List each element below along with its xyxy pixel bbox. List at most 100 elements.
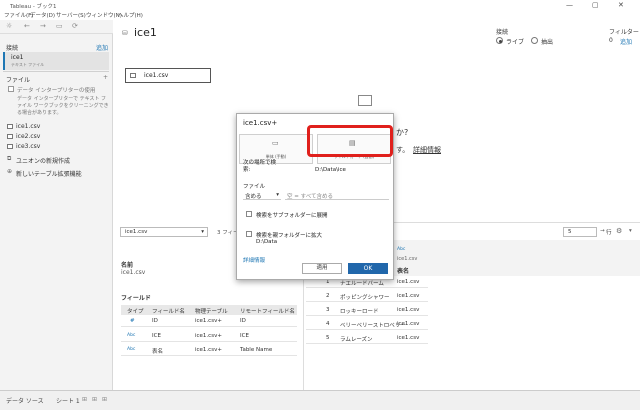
chevron-down-icon: ▾ — [201, 229, 204, 235]
chevron-down-icon: ▾ — [276, 192, 279, 198]
rows-input[interactable]: 5 — [563, 227, 597, 237]
highlight-box — [307, 125, 393, 157]
file-item-ice3[interactable]: ice3.csv — [16, 143, 40, 150]
forward-icon[interactable]: → — [40, 22, 46, 30]
search-location-label: 次の場所で検索: — [243, 160, 277, 173]
number-type-icon[interactable]: # — [130, 318, 135, 324]
filter-label: フィルター — [609, 29, 639, 36]
parent-folder-checkbox[interactable] — [246, 231, 252, 237]
table-select[interactable]: ice1.csv ▾ — [120, 227, 208, 237]
table-row: 5 ラムレーズン ice1.csv — [306, 333, 428, 344]
extract-label: 抽出 — [541, 39, 554, 46]
sheet-tab[interactable]: シート 1 — [56, 396, 80, 405]
title-bar: Tableau - ブック1 — ▢ ✕ — [0, 0, 640, 10]
hint-text-1: か? — [396, 128, 409, 137]
new-dashboard-icon[interactable]: ⊞ — [92, 396, 97, 403]
live-radio[interactable] — [496, 37, 503, 44]
files-heading: ファイル — [6, 77, 31, 84]
table-row: 3 ロッキーロード ice1.csv — [306, 305, 428, 316]
menu-server[interactable]: サーバー(S) — [56, 11, 86, 19]
apply-button[interactable]: 適用 — [302, 263, 342, 274]
string-type-icon[interactable]: Abc — [127, 333, 135, 338]
minimize-icon[interactable]: — — [566, 1, 573, 9]
add-filter-link[interactable]: 追加 — [620, 37, 632, 46]
rows-unit: 行 — [606, 230, 612, 236]
subfolder-label: 検索をサブフォルダーに展開 — [256, 213, 328, 219]
file-item-ice1[interactable]: ice1.csv — [16, 123, 40, 130]
back-icon[interactable]: ← — [24, 22, 30, 30]
gear-icon[interactable]: ⚙ — [616, 227, 622, 235]
parent-folder-path: D:\Data — [256, 239, 278, 245]
search-location-path: D:\Data\ice — [315, 167, 346, 173]
field-row[interactable]: # ID ice1.csv+ ID — [121, 316, 297, 327]
datasource-icon: ⛁ — [122, 29, 128, 37]
new-table-extension-item[interactable]: 新しいテーブル拡張機能 — [16, 169, 82, 178]
new-union-item[interactable]: ユニオンの新規作成 — [16, 156, 70, 165]
match-pattern-input[interactable]: 空 = すべて含める — [285, 191, 389, 200]
connections-heading: 接続 — [6, 45, 19, 52]
status-bar: データ ソース シート 1 ⊞ ⊞ ⊞ — [0, 390, 640, 410]
chevron-down-icon[interactable]: ▾ — [629, 228, 632, 234]
string-type-icon[interactable]: Abc — [397, 247, 405, 252]
table-icon — [7, 134, 13, 139]
dialog-title: ice1.csv+ — [243, 119, 278, 127]
column-source: ice1.csv — [397, 256, 418, 262]
string-type-icon[interactable]: Abc — [127, 347, 135, 352]
data-interpreter-checkbox[interactable] — [8, 86, 14, 92]
field-row[interactable]: Abc ICE ice1.csv+ ICE — [121, 331, 297, 342]
table-icon — [7, 124, 13, 129]
refresh-icon[interactable]: ⟳ — [72, 22, 78, 30]
fields-heading: フィールド — [121, 295, 151, 302]
maximize-icon[interactable]: ▢ — [592, 1, 599, 9]
home-icon[interactable]: ☼ — [6, 22, 12, 30]
connection-mode-label: 接続 — [496, 29, 509, 36]
subfolder-checkbox[interactable] — [246, 211, 252, 217]
close-icon[interactable]: ✕ — [618, 1, 624, 9]
new-sheet-icon[interactable]: ⊞ — [82, 396, 87, 403]
rows-stepper-icon[interactable]: → — [600, 228, 605, 234]
menu-bar: ファイル(F) データ(D) サーバー(S) ウィンドウ(N) ヘルプ(H) — [0, 10, 640, 20]
parent-folder-label: 検索を親フォルダーに拡大 — [256, 233, 323, 239]
union-icon: ⧉ — [7, 155, 12, 162]
name-value: ice1.csv — [121, 269, 146, 276]
datasource-tab[interactable]: データ ソース — [6, 396, 44, 405]
extract-radio[interactable] — [531, 37, 538, 44]
table-row: 2 ポッピングシャワー ice1.csv — [306, 291, 428, 302]
file-item-ice2[interactable]: ice2.csv — [16, 133, 40, 140]
menu-window[interactable]: ウィンドウ(N) — [86, 11, 122, 19]
field-row[interactable]: Abc 表名 ice1.csv+ Table Name — [121, 345, 297, 356]
fields-header: タイプ フィールド名 物理テーブル リモートフィールド名 — [121, 305, 297, 315]
menu-help[interactable]: ヘルプ(H) — [118, 11, 143, 19]
window-title: Tableau - ブック1 — [10, 4, 57, 10]
match-select[interactable]: 含める ▾ — [243, 191, 281, 200]
table-icon — [130, 73, 136, 78]
details-link[interactable]: 詳細情報 — [243, 256, 265, 264]
live-label: ライブ — [506, 39, 525, 46]
add-connection-link[interactable]: 追加 — [96, 43, 108, 52]
menu-data[interactable]: データ(D) — [30, 11, 55, 19]
toolbar: ☼ ← → ▭ ⟳ — [0, 20, 113, 34]
hint-learn-more-link[interactable]: 詳細情報 — [413, 145, 441, 155]
connection-type: テキスト ファイル — [11, 62, 45, 67]
data-interpreter-desc: データ インタープリターで テキスト ファイル ワークブックをクリーニングできる… — [17, 96, 109, 116]
single-table-icon: ▭ — [272, 139, 279, 147]
connection-item[interactable]: ice1 テキスト ファイル — [3, 52, 109, 70]
table-box-label: ice1.csv — [144, 72, 169, 79]
files-add-icon[interactable]: + — [103, 74, 108, 81]
ok-button[interactable]: OK — [348, 263, 388, 274]
datasource-title[interactable]: ice1 — [134, 26, 157, 39]
data-interpreter-label: データ インタープリターの使用 — [17, 88, 96, 94]
file-label: ファイル — [243, 184, 266, 190]
drag-table-icon — [358, 95, 372, 106]
table-icon — [7, 144, 13, 149]
save-icon[interactable]: ▭ — [56, 22, 63, 30]
divider — [3, 71, 109, 72]
table-box[interactable]: ice1.csv — [125, 68, 211, 83]
connection-name: ice1 — [11, 54, 24, 61]
new-story-icon[interactable]: ⊞ — [102, 396, 107, 403]
hint-text-2: す。 — [396, 146, 410, 154]
name-label: 名前 — [121, 262, 134, 269]
column-header[interactable]: 表名 — [397, 266, 409, 275]
table-row: 4 ベリーベリーストロベリー ice1.csv — [306, 319, 428, 330]
filter-count: 0 — [609, 37, 613, 44]
